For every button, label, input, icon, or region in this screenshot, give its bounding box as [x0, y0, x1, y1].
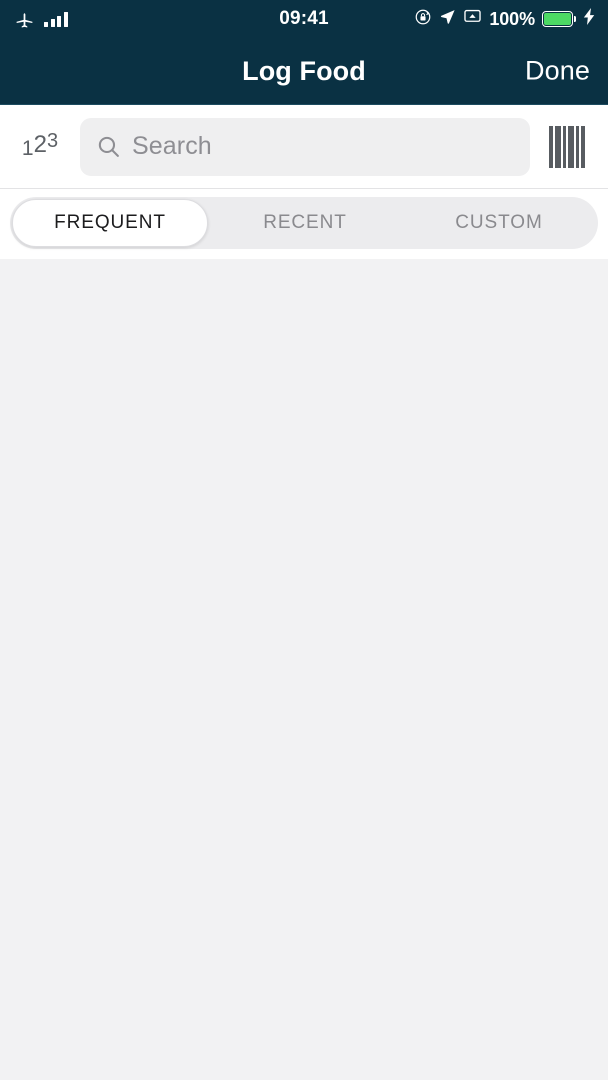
search-magnifier-icon: [96, 134, 121, 159]
segmented-control: FREQUENT RECENT CUSTOM: [10, 197, 598, 249]
search-bar-row: 123 Search: [0, 105, 608, 189]
rotation-lock-icon: [414, 8, 432, 31]
search-input[interactable]: Search: [80, 117, 530, 176]
screen-mirroring-icon: [463, 7, 482, 31]
search-placeholder-text: Search: [132, 132, 212, 160]
tab-custom[interactable]: CUSTOM: [402, 199, 596, 247]
tab-frequent[interactable]: FREQUENT: [12, 199, 208, 247]
numeric-digit-3: 3: [46, 129, 59, 152]
done-button[interactable]: Done: [525, 56, 590, 87]
status-bar-right: 100%: [414, 7, 596, 31]
food-list-content[interactable]: [0, 259, 608, 1080]
segmented-control-container: FREQUENT RECENT CUSTOM: [0, 189, 608, 259]
numeric-entry-icon[interactable]: 123: [12, 129, 68, 160]
status-bar: 09:41 100%: [0, 0, 608, 38]
airplane-mode-icon: [14, 9, 35, 30]
numeric-digit-2: 2: [33, 130, 47, 158]
tab-recent[interactable]: RECENT: [208, 199, 402, 247]
app-screen: 09:41 100% Log Food Done 1 2 3 Search FR…: [0, 0, 608, 1080]
numeric-digit-1: 1: [21, 136, 34, 160]
barcode-scanner-icon[interactable]: [542, 124, 592, 170]
page-title: Log Food: [242, 55, 366, 86]
status-bar-left: [14, 9, 68, 30]
cellular-signal-icon: [44, 11, 68, 27]
battery-full-icon: [542, 11, 573, 27]
location-arrow-icon: [439, 8, 456, 30]
battery-percentage: 100%: [489, 8, 535, 29]
navigation-bar: Log Food Done: [0, 38, 608, 105]
charging-bolt-icon: [583, 8, 596, 30]
